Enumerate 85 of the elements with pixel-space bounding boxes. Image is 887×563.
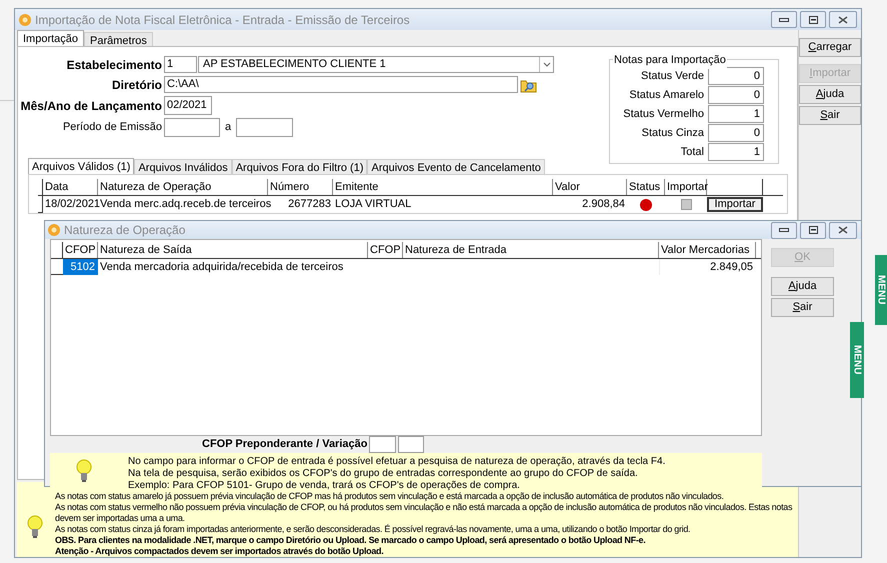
note-text: As notas com status cinza já foram importadas anteriormente, e serão desconsideradas. É possível regravá-las novamente, uma a uma, utilizando o botão Importar do grid.	[55, 524, 692, 535]
minimize-button[interactable]	[771, 222, 797, 238]
maximize-button[interactable]	[800, 11, 826, 28]
count-field: 1	[708, 105, 764, 123]
month-year-field[interactable]: 02/2021	[164, 96, 212, 115]
column-header[interactable]: CFOP	[368, 242, 403, 258]
close-button[interactable]	[829, 222, 857, 238]
count-label: Status Vermelho	[623, 106, 704, 122]
action-button[interactable]: Sair	[771, 298, 834, 317]
lightbulb-icon	[27, 515, 43, 539]
note-text: As notas com status amarelo já possuem prévia vinculação de CFOP mas há produtos sem vinculação e está marcada a opção de inclusão automática de produtos não vinculados.	[55, 491, 725, 502]
count-field: 0	[708, 67, 764, 85]
table-cell-text: LOJA VIRTUAL	[334, 197, 412, 212]
tab[interactable]: Arquivos Evento de Cancelamento	[367, 159, 545, 174]
chevron-down-icon	[539, 57, 553, 72]
note-text: Atenção - Arquivos compactados devem ser importados através do botão Upload.	[55, 546, 384, 557]
column-header[interactable]: CFOP	[63, 242, 98, 258]
column-header[interactable]: Valor	[553, 179, 627, 195]
app-icon	[19, 14, 31, 26]
cfop-field[interactable]	[369, 436, 396, 453]
note-text: As notas com status vermelho não possuem prévia vinculação de CFOP, ou há produtos sem vinculação e não está marcada a opção de inclusão automática de produtos não vinculados. Estas notas devem ser importadas uma a uma.	[55, 502, 794, 524]
table-cell-text: 2.908,84	[581, 197, 626, 212]
column-header[interactable]: Importar	[665, 179, 707, 195]
column-header[interactable]: Número	[268, 179, 333, 195]
maximize-icon	[808, 16, 818, 24]
maximize-button[interactable]	[800, 222, 826, 238]
import-button[interactable]: Importar	[707, 197, 763, 212]
table-cell-text: Venda mercadoria adquirida/recebida de terceiros	[99, 260, 344, 275]
note-text: OBS. Para clientes na modalidade .NET, marque o campo Diretório ou Upload. Se marcado o campo Upload, será apresentado o botão Upload NF-e.	[55, 535, 646, 546]
minimize-icon	[779, 228, 789, 232]
tip-text: Exemplo: Para CFOP 5101- Grupo de venda, trará os CFOP's de operações de compra.	[128, 480, 521, 492]
count-label: Status Cinza	[642, 126, 704, 141]
table-cell[interactable]: 5102	[63, 259, 98, 275]
count-field: 0	[708, 86, 764, 104]
minimize-button[interactable]	[771, 11, 797, 28]
count-label: Status Verde	[641, 68, 704, 84]
field-label: CFOP Preponderante / Variação	[202, 437, 368, 452]
date-field[interactable]	[236, 118, 293, 137]
directory-field[interactable]: C:\AA\	[164, 76, 518, 93]
action-button[interactable]: Ajuda	[799, 85, 861, 104]
column-header[interactable]: Status	[627, 179, 665, 195]
maximize-icon	[808, 226, 818, 234]
window-title: Natureza de Operação	[64, 222, 186, 239]
tip-text: Na tela de pesquisa, serão exibidos os CFOP's do grupo de entradas correspondente ao grupo do CFOP de saída.	[128, 468, 639, 480]
code-field[interactable]: 1	[164, 56, 197, 73]
close-icon	[838, 16, 848, 24]
variation-field[interactable]	[398, 436, 424, 453]
field-label: Diretório	[110, 76, 163, 94]
count-label: Status Amarelo	[629, 88, 704, 103]
table-cell-text: 18/02/2021	[44, 197, 98, 212]
range-separator: a	[224, 120, 232, 136]
field-label: Estabelecimento	[66, 56, 163, 74]
table-cell: 2.849,05	[659, 258, 756, 276]
group-title: Notas para Importação	[613, 52, 727, 68]
column-header[interactable]: Emitente	[333, 179, 553, 195]
date-field[interactable]	[164, 118, 220, 137]
count-field: 1	[708, 143, 764, 161]
tab[interactable]: Parâmetros	[84, 32, 153, 46]
column-header[interactable]: Natureza de Operação	[98, 179, 268, 195]
window-title: Importação de Nota Fiscal Eletrônica - Entrada - Emissão de Terceiros	[35, 12, 411, 28]
action-button[interactable]: Sair	[799, 106, 861, 125]
column-header[interactable]: Natureza de Entrada	[403, 242, 659, 258]
minimize-icon	[779, 18, 789, 22]
close-icon	[838, 226, 848, 234]
action-button[interactable]: Ajuda	[771, 277, 834, 296]
field-label: Mês/Ano de Lançamento	[20, 98, 163, 114]
column-header[interactable]: Valor Mercadorias	[659, 242, 756, 258]
count-field: 0	[708, 124, 764, 142]
close-button[interactable]	[829, 11, 857, 28]
tab[interactable]: Arquivos Válidos (1)	[28, 158, 134, 174]
checkbox[interactable]	[680, 199, 692, 210]
tab[interactable]: Arquivos Fora do Filtro (1)	[232, 159, 368, 174]
column-header[interactable]: Natureza de Saída	[98, 242, 368, 258]
menu-tab[interactable]: MENU	[875, 255, 887, 325]
tab[interactable]: Importação	[17, 30, 84, 46]
action-button[interactable]: Carregar	[799, 38, 861, 57]
column-header[interactable]: Data	[43, 179, 98, 195]
dropdown[interactable]: AP ESTABELECIMENTO CLIENTE 1	[198, 56, 554, 73]
app-icon	[48, 224, 60, 236]
tip-text: No campo para informar o CFOP de entrada é possível efetuar a pesquisa de natureza de operação, através da tecla F4.	[128, 456, 666, 468]
lightbulb-icon	[76, 459, 92, 483]
menu-tab[interactable]: MENU	[850, 322, 864, 398]
count-label: Total	[680, 144, 704, 160]
tab[interactable]: Arquivos Inválidos	[134, 159, 232, 174]
field-label: Período de Emissão	[62, 120, 163, 136]
